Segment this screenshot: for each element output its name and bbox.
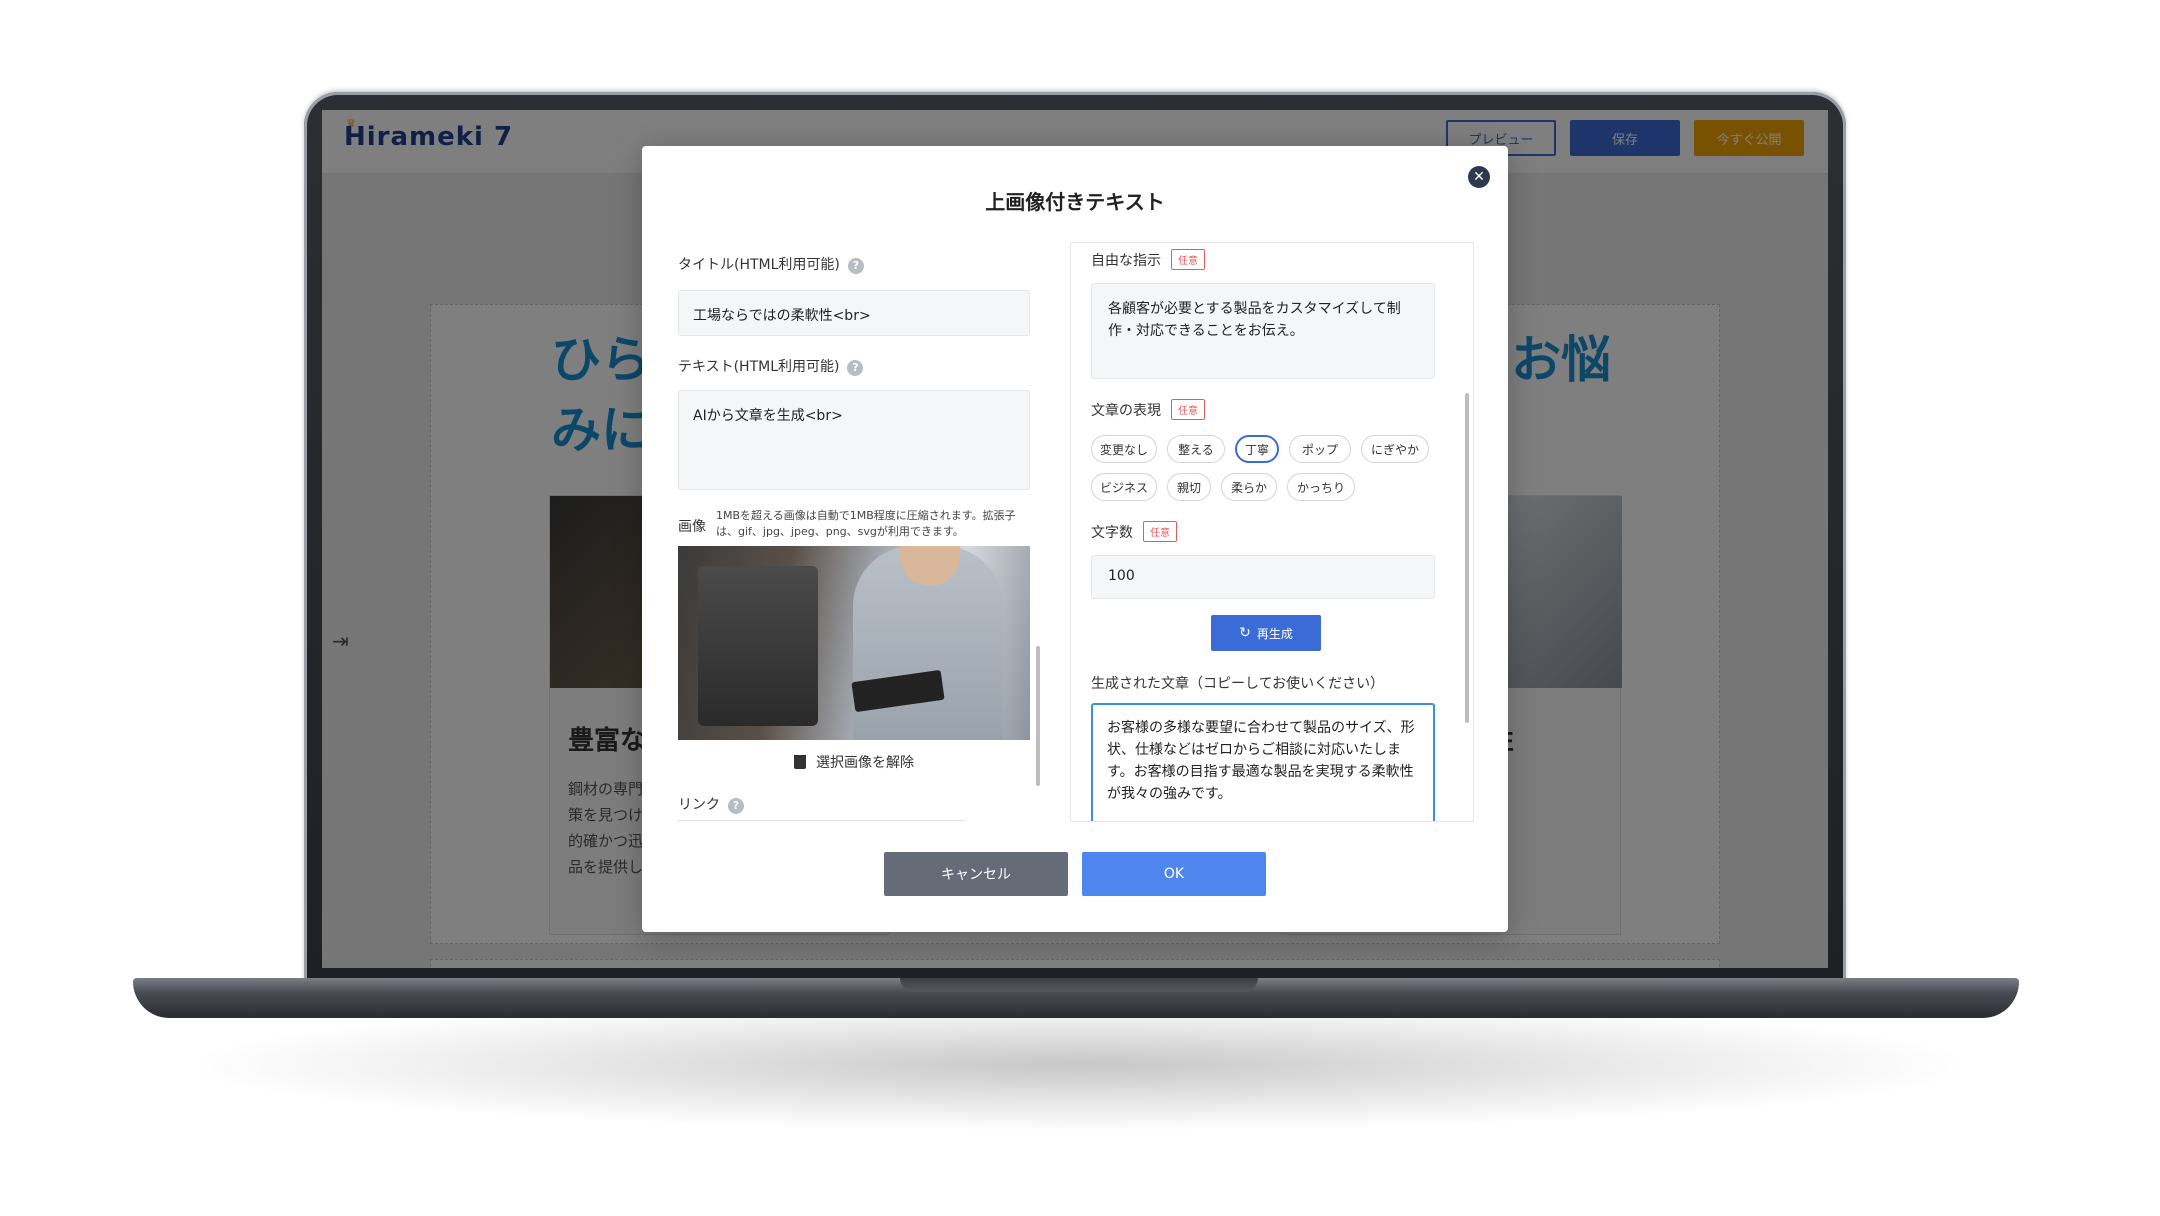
selected-image[interactable] <box>678 546 1030 740</box>
regenerate-label: 再生成 <box>1256 626 1293 641</box>
laptop-hinge-notch <box>900 978 1258 992</box>
ok-button[interactable]: OK <box>1082 852 1266 896</box>
style-label-text: 文章の表現 <box>1091 403 1161 419</box>
style-chip[interactable]: 柔らか <box>1221 473 1277 501</box>
cancel-button[interactable]: キャンセル <box>884 852 1068 896</box>
style-chip[interactable]: かっちり <box>1287 473 1355 501</box>
style-chip[interactable]: 整える <box>1167 435 1225 463</box>
image-text-modal: 上画像付きテキスト ✕ タイトル(HTML利用可能)? 工場ならではの柔軟性<b… <box>642 146 1508 932</box>
remove-image-button[interactable]: 選択画像を解除 <box>678 752 1030 772</box>
help-icon[interactable]: ? <box>847 258 864 274</box>
remove-image-label: 選択画像を解除 <box>816 755 914 771</box>
generated-text-area[interactable]: お客様の多様な要望に合わせて製品のサイズ、形状、仕様などはゼロからご相談に対応い… <box>1091 703 1435 821</box>
style-chip[interactable]: 変更なし <box>1091 435 1157 463</box>
laptop-shadow <box>200 1000 1960 1130</box>
length-input[interactable]: 100 <box>1091 555 1435 599</box>
image-label: 画像 <box>678 519 706 535</box>
link-input[interactable] <box>678 820 964 821</box>
free-instruction-textarea[interactable]: 各顧客が必要とする製品をカスタマイズして制作・対応できることをお伝え。 <box>1091 283 1435 379</box>
help-icon[interactable]: ? <box>728 798 744 814</box>
style-chip[interactable]: にぎやか <box>1361 435 1429 463</box>
right-scrollbar[interactable] <box>1465 393 1469 723</box>
title-field-label: タイトル(HTML利用可能)? <box>678 254 864 274</box>
style-chip[interactable]: 親切 <box>1167 473 1211 501</box>
style-chip[interactable]: ポップ <box>1289 435 1351 463</box>
optional-tag: 任意 <box>1171 399 1205 420</box>
style-chip-selected[interactable]: 丁寧 <box>1235 435 1279 463</box>
regenerate-button[interactable]: ↻ 再生成 <box>1211 615 1321 651</box>
photo-machine <box>698 566 818 726</box>
generated-label: 生成された文章（コピーしてお使いください） <box>1091 676 1385 692</box>
left-scrollbar[interactable] <box>1036 646 1040 786</box>
text-field-label: テキスト(HTML利用可能)? <box>678 356 864 376</box>
optional-tag: 任意 <box>1171 249 1205 270</box>
style-chip[interactable]: ビジネス <box>1091 473 1157 501</box>
laptop-screen: ♛ Hirameki 7 プレビュー 保存 今すぐ公開 ⇥ ひら みに お悩 豊… <box>322 110 1828 968</box>
trash-icon <box>794 755 806 769</box>
image-note: 1MBを超える画像は自動で1MB程度に圧縮されます。拡張子は、gif、jpg、j… <box>716 509 1016 538</box>
link-label-text: リンク <box>678 797 720 813</box>
modal-title: 上画像付きテキスト <box>985 190 1165 214</box>
link-label: リンク? <box>678 794 744 814</box>
ai-generation-panel: 自由な指示 任意 各顧客が必要とする製品をカスタマイズして制作・対応できることをお… <box>1070 242 1474 822</box>
style-label: 文章の表現 任意 <box>1091 399 1205 420</box>
title-input[interactable]: 工場ならではの柔軟性<br> <box>678 290 1030 336</box>
close-icon[interactable]: ✕ <box>1468 166 1490 188</box>
free-instruction-label-text: 自由な指示 <box>1091 253 1161 269</box>
text-textarea[interactable]: AIから文章を生成<br> <box>678 390 1030 490</box>
help-icon[interactable]: ? <box>847 360 864 376</box>
length-label: 文字数 任意 <box>1091 521 1177 542</box>
optional-tag: 任意 <box>1143 521 1177 542</box>
title-field-label-text: タイトル(HTML利用可能) <box>678 257 840 273</box>
free-instruction-label: 自由な指示 任意 <box>1091 249 1205 270</box>
length-label-text: 文字数 <box>1091 525 1133 541</box>
refresh-icon: ↻ <box>1239 625 1251 641</box>
text-field-label-text: テキスト(HTML利用可能) <box>678 359 840 375</box>
